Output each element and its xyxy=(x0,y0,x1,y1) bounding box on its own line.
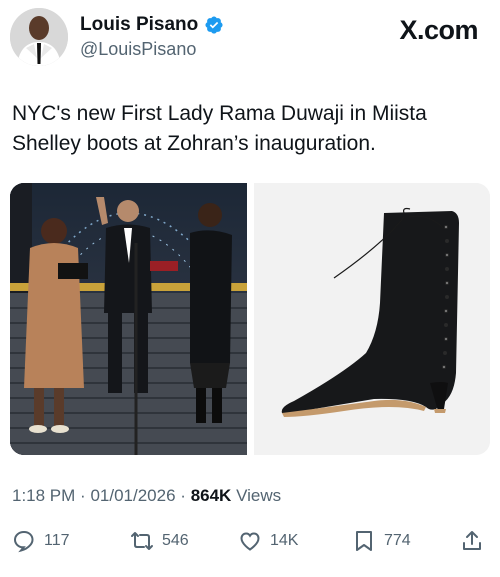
reply-count: 117 xyxy=(44,532,70,549)
like-count: 14K xyxy=(270,532,299,549)
tweet-date[interactable]: 01/01/2026 xyxy=(90,486,175,505)
media-grid xyxy=(10,183,490,455)
tweet-text: NYC's new First Lady Rama Duwaji in Miis… xyxy=(12,102,427,155)
bookmark-icon xyxy=(352,529,376,553)
like-button[interactable]: 14K xyxy=(238,526,298,556)
avatar-image xyxy=(10,8,68,66)
avatar[interactable] xyxy=(10,8,68,66)
meta-separator: · xyxy=(180,486,186,505)
repost-button[interactable]: 546 xyxy=(130,526,189,556)
tweet-meta: 1:18 PM · 01/01/2026 · 864K Views xyxy=(12,485,281,507)
action-bar: 117 546 14K 774 xyxy=(0,526,500,556)
brand-watermark: X.com xyxy=(399,15,478,45)
repost-count: 546 xyxy=(162,532,189,549)
inauguration-photo[interactable] xyxy=(10,183,247,455)
share-button[interactable] xyxy=(460,526,484,556)
bookmark-count: 774 xyxy=(384,532,411,549)
share-icon xyxy=(460,529,484,553)
views-count: 864K xyxy=(190,486,232,505)
author-name-row[interactable]: Louis Pisano xyxy=(80,14,224,36)
heart-icon xyxy=(238,529,262,553)
verified-badge-icon xyxy=(204,15,224,35)
tweet-time[interactable]: 1:18 PM xyxy=(12,486,75,505)
bookmark-button[interactable]: 774 xyxy=(352,526,411,556)
views-label: Views xyxy=(236,486,282,505)
reply-button[interactable]: 117 xyxy=(12,526,70,556)
author-handle[interactable]: @LouisPisano xyxy=(80,38,196,60)
reply-icon xyxy=(12,529,36,553)
author-display-name[interactable]: Louis Pisano xyxy=(80,14,198,36)
meta-separator: · xyxy=(80,486,86,505)
repost-icon xyxy=(130,529,154,553)
black-boot-photo[interactable] xyxy=(253,183,490,455)
